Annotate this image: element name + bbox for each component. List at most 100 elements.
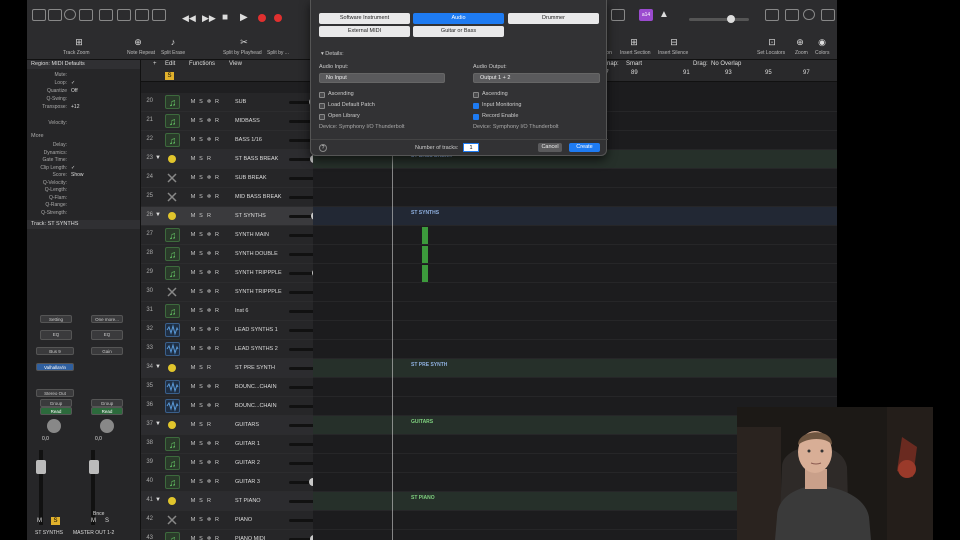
track-name[interactable]: LEAD SYNTHS 2 bbox=[235, 346, 278, 352]
group-slot[interactable]: Group bbox=[91, 399, 123, 407]
output-slot[interactable]: Stereo Out bbox=[36, 389, 74, 397]
solo-button[interactable]: S bbox=[197, 421, 205, 429]
freeze-icon[interactable]: ❄ bbox=[205, 98, 213, 106]
track-header[interactable]: 21 ♫ M S ❄ R MIDBASS bbox=[141, 112, 335, 131]
freeze-icon[interactable]: ❄ bbox=[205, 307, 213, 315]
track-header[interactable]: 42 M S ❄ R PIANO bbox=[141, 511, 335, 530]
mute-button[interactable]: M bbox=[189, 288, 197, 296]
track-name[interactable]: MIDBASS bbox=[235, 118, 260, 124]
record-button[interactable]: R bbox=[205, 497, 213, 505]
solo-button[interactable]: S bbox=[197, 440, 205, 448]
smart-controls-icon[interactable] bbox=[99, 9, 113, 21]
record-button[interactable]: R bbox=[213, 269, 221, 277]
solo-button[interactable]: S bbox=[51, 517, 60, 525]
drag-value[interactable]: No Overlap bbox=[711, 61, 741, 67]
track-name[interactable]: SYNTH TRIPPPLE bbox=[235, 289, 282, 295]
inspector-row[interactable]: Q-Swing: bbox=[31, 96, 135, 104]
region-label[interactable]: GUITARS bbox=[411, 419, 433, 425]
track-name[interactable]: SYNTH MAIN bbox=[235, 232, 269, 238]
checkbox[interactable] bbox=[473, 92, 479, 98]
disclosure-chevron-icon[interactable]: ▼ bbox=[155, 155, 161, 161]
insert-section-icon[interactable]: ⊞ bbox=[627, 37, 641, 48]
midi-region[interactable] bbox=[422, 227, 428, 244]
solo-button[interactable]: S bbox=[197, 117, 205, 125]
record-button[interactable]: R bbox=[213, 326, 221, 334]
audio-input-select[interactable]: No Input bbox=[319, 73, 445, 83]
editors-icon[interactable] bbox=[135, 9, 149, 21]
record-button[interactable]: R bbox=[213, 136, 221, 144]
record-icon[interactable] bbox=[258, 14, 266, 22]
inspector-row[interactable]: Loop: ✓ bbox=[31, 80, 135, 88]
rewind-icon[interactable]: ◀◀ bbox=[182, 13, 196, 24]
mute-button[interactable]: M bbox=[189, 383, 197, 391]
num-tracks-input[interactable]: 1 bbox=[463, 143, 479, 152]
mute-button[interactable]: M bbox=[189, 497, 197, 505]
midi-region[interactable] bbox=[422, 265, 428, 282]
track-header[interactable]: 30 M S ❄ R SYNTH TRIPPPLE bbox=[141, 283, 335, 302]
track-header[interactable]: 23 ▼ M S R ST BASS BREAK bbox=[141, 150, 335, 169]
help-button[interactable]: ? bbox=[319, 144, 327, 152]
freeze-icon[interactable]: ❄ bbox=[205, 288, 213, 296]
record-button[interactable]: R bbox=[213, 117, 221, 125]
mute-button[interactable]: M bbox=[189, 478, 197, 486]
automation-read[interactable]: Read bbox=[40, 407, 72, 415]
toolbar-icon[interactable] bbox=[79, 9, 93, 21]
mute-button[interactable]: M bbox=[37, 518, 42, 524]
freeze-icon[interactable]: ❄ bbox=[205, 535, 213, 540]
track-name[interactable]: ST PIANO bbox=[235, 498, 261, 504]
track-name[interactable]: BASS 1/16 bbox=[235, 137, 262, 143]
disclosure-chevron-icon[interactable]: ▼ bbox=[155, 421, 161, 427]
track-header[interactable]: 33 M S ❄ R LEAD SYNTHS 2 bbox=[141, 340, 335, 359]
track-name[interactable]: ST PRE SYNTH bbox=[235, 365, 275, 371]
record-button[interactable]: R bbox=[213, 440, 221, 448]
automation-read[interactable]: Read bbox=[91, 407, 123, 415]
colors-icon[interactable]: ◉ bbox=[815, 37, 829, 48]
mute-button[interactable]: M bbox=[189, 117, 197, 125]
solo-button[interactable]: S bbox=[197, 288, 205, 296]
solo-button[interactable]: S bbox=[197, 497, 205, 505]
solo-button[interactable]: S bbox=[197, 155, 205, 163]
mute-button[interactable]: M bbox=[189, 345, 197, 353]
mute-button[interactable]: M bbox=[189, 326, 197, 334]
count-in-icon[interactable] bbox=[611, 9, 625, 21]
mute-button[interactable]: M bbox=[189, 212, 197, 220]
record-button[interactable]: R bbox=[213, 250, 221, 258]
record-button[interactable]: R bbox=[213, 193, 221, 201]
checkbox[interactable] bbox=[319, 92, 325, 98]
snap-value[interactable]: Smart bbox=[626, 61, 642, 67]
browser-icon[interactable] bbox=[803, 9, 815, 20]
track-header[interactable]: 29 ♫ M S ❄ R SYNTH TRIPPPLE bbox=[141, 264, 335, 283]
track-name[interactable]: GUITAR 2 bbox=[235, 460, 260, 466]
track-header[interactable]: 20 ♫ M S ❄ R SUB bbox=[141, 93, 335, 112]
freeze-icon[interactable]: ❄ bbox=[205, 459, 213, 467]
notepad-icon[interactable] bbox=[765, 9, 779, 21]
forward-icon[interactable]: ▶▶ bbox=[202, 13, 216, 24]
solo-button[interactable]: S bbox=[197, 231, 205, 239]
record2-icon[interactable] bbox=[274, 14, 282, 22]
type-drummer[interactable]: Drummer bbox=[508, 13, 599, 24]
track-name[interactable]: PIANO bbox=[235, 517, 252, 523]
track-name[interactable]: ST BASS BREAK bbox=[235, 156, 278, 162]
solo-button[interactable]: S bbox=[197, 212, 205, 220]
setting-button[interactable]: One more... bbox=[91, 315, 123, 323]
view-menu[interactable]: View bbox=[229, 61, 242, 67]
pan-knob[interactable] bbox=[100, 419, 114, 433]
record-button[interactable]: R bbox=[213, 402, 221, 410]
freeze-icon[interactable]: ❄ bbox=[205, 117, 213, 125]
mute-button[interactable]: M bbox=[189, 98, 197, 106]
freeze-icon[interactable]: ❄ bbox=[205, 269, 213, 277]
inspector-row[interactable] bbox=[31, 112, 135, 120]
checkbox[interactable] bbox=[473, 114, 479, 120]
midi-region[interactable] bbox=[422, 246, 428, 263]
record-button[interactable]: R bbox=[205, 212, 213, 220]
create-button[interactable]: Create bbox=[569, 143, 600, 152]
track-zoom-icon[interactable]: ⊞ bbox=[72, 37, 86, 48]
mixer-icon[interactable] bbox=[117, 9, 131, 21]
track-name[interactable]: PIANO MIDI bbox=[235, 536, 265, 540]
track-header[interactable]: 32 M S ❄ R LEAD SYNTHS 1 bbox=[141, 321, 335, 340]
track-header[interactable]: 22 ♫ M S ❄ R BASS 1/16 bbox=[141, 131, 335, 150]
track-name[interactable]: SYNTH TRIPPPLE bbox=[235, 270, 282, 276]
group-slot[interactable]: Group bbox=[40, 399, 72, 407]
disclosure-chevron-icon[interactable]: ▼ bbox=[155, 212, 161, 218]
master-volume-slider[interactable] bbox=[689, 15, 749, 23]
